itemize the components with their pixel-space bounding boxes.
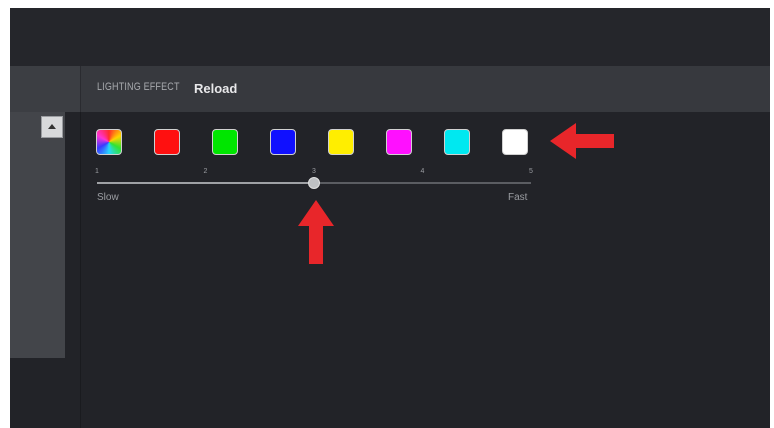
swatch-multicolor[interactable] [96, 129, 122, 155]
annotation-arrow-left-icon [550, 123, 614, 159]
speed-tick-4: 4 [420, 168, 425, 175]
speed-slider-thumb[interactable] [308, 177, 320, 189]
slow-label: Slow [97, 192, 119, 203]
speed-tick-5: 5 [529, 168, 533, 175]
top-bar [10, 8, 770, 66]
lighting-effect-label: LIGHTING EFFECT [97, 81, 180, 93]
speed-tick-2: 2 [203, 168, 208, 175]
swatch-cyan[interactable] [444, 129, 470, 155]
effect-name[interactable]: Reload [194, 81, 237, 96]
speed-slider-fill [97, 182, 314, 184]
swatch-red[interactable] [154, 129, 180, 155]
swatch-blue[interactable] [270, 129, 296, 155]
scroll-up-button[interactable] [41, 116, 63, 138]
swatch-magenta[interactable] [386, 129, 412, 155]
app-window: LIGHTING EFFECT Reload 1 2 3 4 5 Slow Fast [10, 8, 770, 428]
left-panel-header [10, 66, 81, 112]
swatch-green[interactable] [212, 129, 238, 155]
swatch-white[interactable] [502, 129, 528, 155]
annotation-arrow-up-icon [298, 200, 334, 264]
panel-divider [80, 112, 81, 428]
fast-label: Fast [508, 192, 528, 203]
swatch-yellow[interactable] [328, 129, 354, 155]
speed-tick-3: 3 [312, 168, 316, 175]
speed-tick-1: 1 [95, 168, 99, 175]
profile-list[interactable] [10, 112, 65, 358]
